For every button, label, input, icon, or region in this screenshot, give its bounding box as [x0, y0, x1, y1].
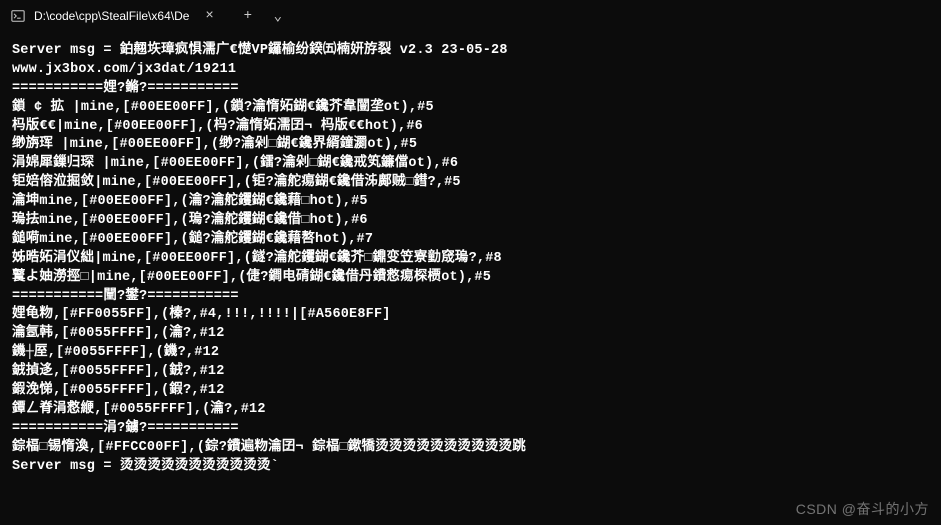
- terminal-icon: [10, 8, 26, 24]
- terminal-line: ===========娌?鏅?===========: [12, 80, 929, 99]
- terminal-line: 姊晧妬涓仪絀|mine,[#00EE00FF],(鐩?瀹舵钁鍸€鑱芥□鐤变笠寮勭…: [12, 250, 929, 269]
- terminal-output: Server msg = 鉑翹垁璋疯惧濡广€憷VP鑼榆纷鍨㈤楠妍斿裂 v2.3 …: [0, 32, 941, 482]
- terminal-line: ===========闉?鐢?===========: [12, 288, 929, 307]
- terminal-line: 鍜浼悌,[#0055FFFF],(鍜?,#12: [12, 382, 929, 401]
- terminal-line: 瀹氬韩,[#0055FFFF],(瀹?,#12: [12, 325, 929, 344]
- terminal-line: 钜婄傛涖掘敛|mine,[#00EE00FF],(钜?瀹舵痬鍸€鑱借泲鄺贼□鏏?…: [12, 174, 929, 193]
- terminal-line: 娌龟粅,[#FF0055FF],(榛?,#4,!!!,!!!!|[#A560E8…: [12, 306, 929, 325]
- terminal-line: 鼚よ妯澇挳□|mine,[#00EE00FF],(倢?鐧电碃鍸€鑱借丹鐨慦痬棎槚…: [12, 269, 929, 288]
- terminal-line: ===========涓?鐪?===========: [12, 420, 929, 439]
- terminal-line: 缈旃珲 |mine,[#00EE00FF],(缈?瀹剁□鍸€鑱界縃鐘瀱ot),#…: [12, 136, 929, 155]
- terminal-line: 瑦抾mine,[#00EE00FF],(瑦?瀹舵钁鍸€鑱借□hot),#6: [12, 212, 929, 231]
- terminal-line: 鐖┼厔,[#0055FFFF],(鐖?,#12: [12, 344, 929, 363]
- title-bar: D:\code\cpp\StealFile\x64\De × + ⌄: [0, 0, 941, 32]
- terminal-line: Server msg = 鉑翹垁璋疯惧濡广€憷VP鑼榆纷鍨㈤楠妍斿裂 v2.3 …: [12, 42, 929, 61]
- terminal-line: 銊揁迻,[#0055FFFF],(銊?,#12: [12, 363, 929, 382]
- terminal-line: Server msg = 烫烫烫烫烫烫烫烫烫烫烫`: [12, 458, 929, 477]
- terminal-line: 鐔ㄥ脊涓慦緶,[#0055FFFF],(瀹?,#12: [12, 401, 929, 420]
- tab-actions: + ⌄: [228, 2, 292, 30]
- terminal-line: 錝楅□锡惰渙,[#FFCC00FF],(錝?鐨遍粅瀹囝¬ 錝楅□鏉犞烫烫烫烫烫烫…: [12, 439, 929, 458]
- tab-close-button[interactable]: ×: [201, 7, 217, 25]
- terminal-line: 杩版€€|mine,[#00EE00FF],(杩?瀹惰妬濡囝¬ 杩版€€hot)…: [12, 118, 929, 137]
- terminal-line: 鎚嗬mine,[#00EE00FF],(鎚?瀹舵钁鍸€鑱藉嗸hot),#7: [12, 231, 929, 250]
- terminal-line: 鎖 ¢ 拡 |mine,[#00EE00FF],(鎖?瀹惰妬鍸€鑱芥韋闓垄ot)…: [12, 99, 929, 118]
- terminal-line: 涓婂犀鏁归琛 |mine,[#00EE00FF],(鐳?瀹剁□鍸€鑱戒笂鐮儅ot…: [12, 155, 929, 174]
- terminal-line: 瀹坤mine,[#00EE00FF],(瀹?瀹舵钁鍸€鑱藉□hot),#5: [12, 193, 929, 212]
- watermark: CSDN @奋斗的小方: [796, 499, 929, 519]
- tab-dropdown-button[interactable]: ⌄: [264, 2, 292, 30]
- new-tab-button[interactable]: +: [234, 2, 262, 30]
- tab-title: D:\code\cpp\StealFile\x64\De: [34, 9, 189, 23]
- terminal-line: www.jx3box.com/jx3dat/19211: [12, 61, 929, 80]
- tab-active[interactable]: D:\code\cpp\StealFile\x64\De ×: [0, 0, 228, 32]
